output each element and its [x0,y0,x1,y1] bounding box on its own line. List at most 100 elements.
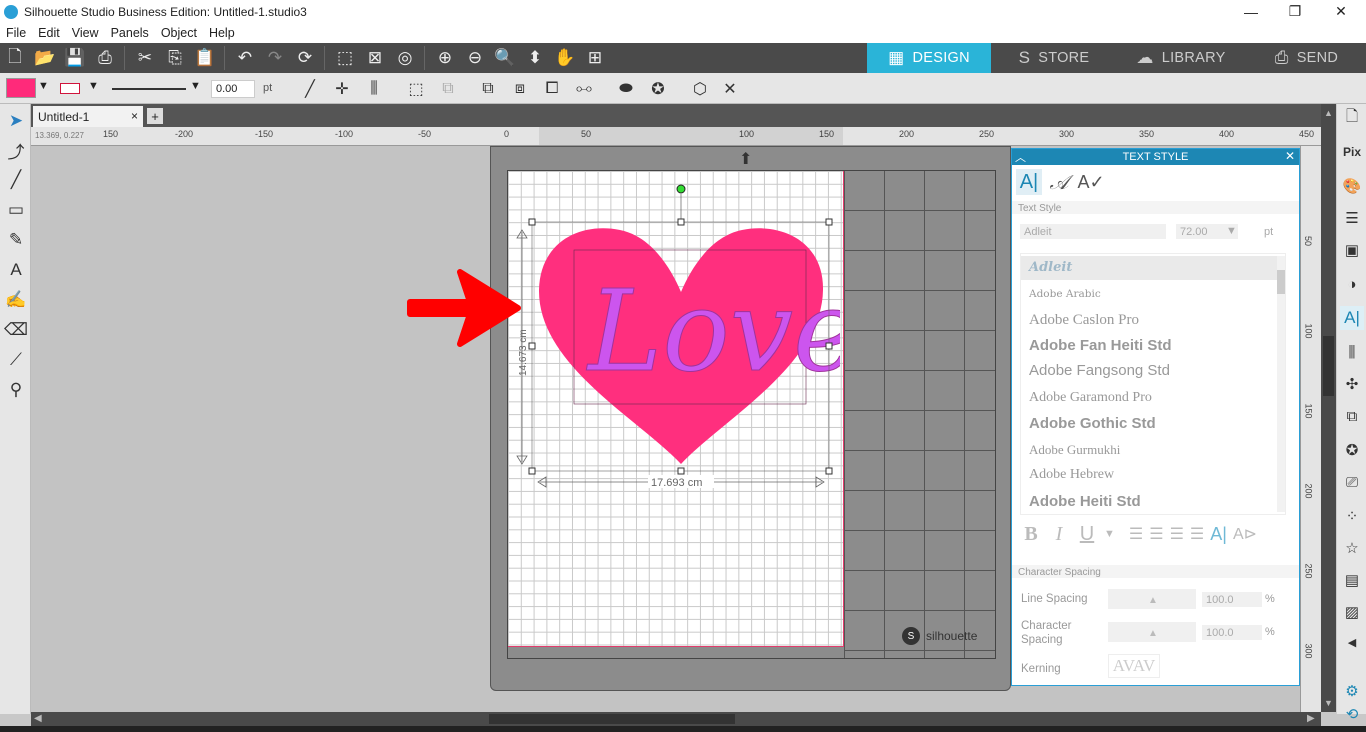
resize-handle[interactable] [528,467,536,475]
print-icon[interactable]: ⎙ [90,43,120,73]
underline-dropdown-icon[interactable]: ▼ [1104,528,1115,540]
nesting-panel-icon[interactable]: ⁘ [1340,504,1364,528]
kerning-toggle[interactable]: AVAV [1108,654,1160,678]
knife-icon[interactable]: ⟋ [3,347,29,373]
weld-icon[interactable]: ⬬ [614,77,638,101]
font-list-item[interactable]: Adobe Gurmukhi [1029,442,1120,458]
bold-button[interactable]: B [1020,523,1042,546]
save-icon[interactable]: 💾 [60,43,90,73]
bring-front-icon[interactable]: ⧠ [540,77,564,101]
rotate-handle[interactable] [676,184,686,194]
menu-panels[interactable]: Panels [105,26,155,40]
font-name-input[interactable]: Adleit [1020,224,1166,239]
line-style-preview[interactable] [112,88,186,90]
redo-icon[interactable]: ↷ [260,43,290,73]
hatch-panel-icon[interactable]: ▨ [1340,600,1364,624]
line-style-dropdown-icon[interactable]: ▼ [190,80,201,92]
vertical-text-icon[interactable]: A⊳ [1233,524,1257,544]
drag-zoom-icon[interactable]: ⬍ [520,43,550,73]
modify-panel-icon[interactable]: ⧉ [1340,404,1364,428]
resize-handle[interactable] [677,467,685,475]
font-list-item[interactable]: Adobe Garamond Pro [1029,390,1152,406]
collapse-bar-icon[interactable]: ◀ [1340,630,1364,654]
font-list-item[interactable]: Adleit [1029,260,1072,275]
italic-button[interactable]: I [1048,523,1070,546]
fill-pattern-icon[interactable]: ▣ [1340,238,1364,262]
align-center-icon[interactable]: ☰ [1149,524,1163,544]
vertical-scrollbar[interactable]: ▲ ▼ [1321,104,1336,712]
resize-handle[interactable] [528,218,536,226]
shadow-icon[interactable]: ◑ [1340,272,1364,296]
font-list-item[interactable]: Adobe Hebrew [1029,467,1114,483]
love-text[interactable]: Love [586,267,841,398]
font-list[interactable]: Adleit Adobe Arabic Adobe Caslon Pro Ado… [1020,253,1286,515]
zoom-select-icon[interactable]: 🔍 [490,43,520,73]
deselect-icon[interactable]: ⊠ [360,43,390,73]
underline-button[interactable]: U [1076,523,1098,546]
line-color-swatch[interactable] [60,83,80,94]
font-list-item[interactable]: Adobe Caslon Pro [1029,312,1139,329]
tab-design[interactable]: ▦ DESIGN [867,43,991,73]
line-style-icon[interactable]: ☰ [1340,206,1364,230]
line-spacing-slider[interactable]: ▲ [1108,589,1196,609]
undo-icon[interactable]: ↶ [230,43,260,73]
copy-icon[interactable]: ⎘ [160,43,190,73]
menu-view[interactable]: View [66,26,105,40]
point-edit-icon[interactable]: ⤴ [3,137,29,163]
fill-color-swatch[interactable] [6,78,36,98]
font-size-dropdown-icon[interactable]: ▼ [1226,225,1237,237]
vertical-scroll-thumb[interactable] [1323,336,1334,396]
add-tab-button[interactable]: + [147,108,163,124]
select-arrow-icon[interactable]: ➤ [3,108,29,134]
sketch-panel-icon[interactable]: ☆ [1340,536,1364,560]
align-right-icon[interactable]: ☰ [1170,524,1184,544]
align-panel-icon[interactable]: ⫼ [1340,340,1364,364]
page-setup-icon[interactable]: 🗋 [1340,106,1364,130]
maximize-button[interactable]: ❐ [1272,0,1318,23]
resize-handle[interactable] [825,218,833,226]
delete-icon[interactable]: ✕ [718,77,742,101]
char-spacing-input[interactable]: 100.0 [1202,625,1262,640]
pan-hand-icon[interactable]: ✋ [550,43,580,73]
menu-file[interactable]: File [0,26,32,40]
align-icon[interactable]: ⫼ [362,77,386,101]
font-list-item[interactable]: Adobe Gothic Std [1029,415,1156,432]
text-style-tab-icon[interactable]: A| [1016,169,1042,195]
resize-handle[interactable] [825,342,833,350]
text-spellcheck-tab-icon[interactable]: A✓ [1076,169,1106,195]
replicate-icon[interactable]: ⧉ [436,77,460,101]
font-list-item[interactable]: Adobe Heiti Std [1029,493,1141,510]
text-effects-tab-icon[interactable]: 𝒜 [1044,169,1074,195]
fill-palette-icon[interactable]: 🎨 [1340,174,1364,198]
horizontal-scrollbar[interactable]: ◀ ▶ [31,712,1321,726]
font-list-scrollbar[interactable] [1277,256,1285,512]
text-tool-icon[interactable]: A [3,257,29,283]
zoom-out-icon[interactable]: ⊖ [460,43,490,73]
menu-object[interactable]: Object [155,26,203,40]
fill-dropdown-icon[interactable]: ▼ [38,80,49,92]
close-window-button[interactable]: ✕ [1318,0,1364,23]
resize-handle[interactable] [677,218,685,226]
star-shape-icon[interactable]: ✪ [646,77,670,101]
font-list-item[interactable]: Adobe Arabic [1029,288,1101,300]
select-by-color-icon[interactable]: ◎ [390,43,420,73]
zoom-in-icon[interactable]: ⊕ [430,43,460,73]
resize-handle[interactable] [825,467,833,475]
sync-icon[interactable]: ⟲ [1340,702,1364,726]
offset-panel-icon[interactable]: ✪ [1340,438,1364,462]
close-tab-icon[interactable]: × [131,109,138,123]
text-style-panel-icon[interactable]: A| [1340,306,1364,330]
document-tab[interactable]: Untitled-1 × [33,106,143,127]
close-panel-icon[interactable]: ✕ [1285,149,1295,163]
select-all-icon[interactable]: ⬚ [330,43,360,73]
open-folder-icon[interactable]: 📂 [30,43,60,73]
eraser-icon[interactable]: ⌫ [3,317,29,343]
menu-edit[interactable]: Edit [32,26,66,40]
font-list-item[interactable]: Adobe Fangsong Std [1029,362,1170,379]
tab-library[interactable]: ☁ LIBRARY [1117,43,1245,73]
redraw-icon[interactable]: ⟳ [290,43,320,73]
tab-send[interactable]: ⎙ SEND [1247,43,1366,73]
trace-panel-icon[interactable]: ⎚ [1340,470,1364,494]
horizontal-text-icon[interactable]: A| [1210,524,1227,545]
menu-help[interactable]: Help [203,26,241,40]
